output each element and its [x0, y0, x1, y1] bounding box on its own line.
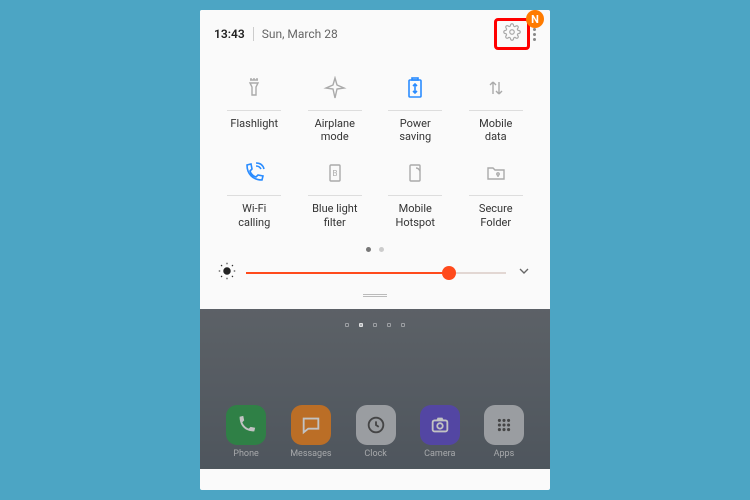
- dock-clock[interactable]: Clock: [356, 405, 396, 459]
- phone-icon: [226, 405, 266, 445]
- toggle-label: Mobile data: [479, 117, 512, 143]
- toggle-label: Mobile Hotspot: [396, 202, 435, 228]
- toggle-mobile-data[interactable]: Mobile data: [456, 68, 537, 153]
- toggle-label: Airplane mode: [315, 117, 355, 143]
- expand-brightness[interactable]: [516, 263, 532, 283]
- clock-time: 13:43: [214, 27, 245, 41]
- brightness-row: [214, 262, 536, 292]
- flashlight-icon: [242, 74, 266, 102]
- toggle-secure-folder[interactable]: Secure Folder: [456, 153, 537, 238]
- clock-icon: [356, 405, 396, 445]
- toggle-label: Power saving: [399, 117, 431, 143]
- slider-fill: [246, 272, 449, 274]
- overflow-menu[interactable]: [533, 28, 536, 41]
- secure-folder-icon: [484, 159, 508, 187]
- dock-label: Phone: [233, 449, 259, 459]
- dock-label: Clock: [364, 449, 386, 459]
- status-bar: 13:43 Sun, March 28 N: [214, 20, 536, 48]
- toggle-hotspot[interactable]: Mobile Hotspot: [375, 153, 456, 238]
- status-left: 13:43 Sun, March 28: [214, 27, 338, 41]
- dock: Phone Messages Clock Camera: [200, 405, 550, 459]
- slider-knob[interactable]: [442, 266, 456, 280]
- page-dot: [366, 247, 371, 252]
- wifi-calling-icon: [242, 159, 266, 187]
- notification-badge: N: [526, 10, 544, 28]
- settings-button[interactable]: [494, 18, 530, 50]
- camera-icon: [420, 405, 460, 445]
- divider: [253, 27, 254, 41]
- toggle-label: Blue light filter: [312, 202, 357, 228]
- toggle-label: Wi-Fi calling: [238, 202, 270, 228]
- brightness-slider[interactable]: [246, 266, 506, 280]
- data-arrows-icon: [484, 74, 508, 102]
- panel-drag-handle[interactable]: [214, 292, 536, 303]
- apps-icon: [484, 405, 524, 445]
- dock-apps[interactable]: Apps: [484, 405, 524, 459]
- quick-settings-grid: Flashlight Airplane mode Power saving: [214, 68, 536, 239]
- toggle-power-saving[interactable]: Power saving: [375, 68, 456, 153]
- dock-label: Messages: [290, 449, 331, 459]
- bluelight-icon: B: [323, 159, 347, 187]
- home-screen: Phone Messages Clock Camera: [200, 309, 550, 469]
- status-right: N: [494, 18, 536, 50]
- notification-panel: 13:43 Sun, March 28 N: [200, 10, 550, 309]
- dock-messages[interactable]: Messages: [290, 405, 331, 459]
- toggle-airplane[interactable]: Airplane mode: [295, 68, 376, 153]
- toggle-label: Flashlight: [230, 117, 278, 143]
- gear-icon: [503, 23, 521, 45]
- toggle-label: Secure Folder: [479, 202, 513, 228]
- brightness-icon: [218, 262, 236, 284]
- dock-label: Camera: [424, 449, 455, 459]
- status-date: Sun, March 28: [262, 27, 338, 41]
- toggle-wifi-calling[interactable]: Wi-Fi calling: [214, 153, 295, 238]
- page-dot: [379, 247, 384, 252]
- toggle-blue-light[interactable]: B Blue light filter: [295, 153, 376, 238]
- phone-frame: 13:43 Sun, March 28 N: [200, 10, 550, 490]
- airplane-icon: [323, 74, 347, 102]
- messages-icon: [291, 405, 331, 445]
- dock-phone[interactable]: Phone: [226, 405, 266, 459]
- toggle-flashlight[interactable]: Flashlight: [214, 68, 295, 153]
- dock-camera[interactable]: Camera: [420, 405, 460, 459]
- dock-label: Apps: [494, 449, 515, 459]
- pager-dots[interactable]: [214, 247, 536, 252]
- battery-recycle-icon: [403, 74, 427, 102]
- svg-text:B: B: [332, 169, 337, 178]
- hotspot-icon: [403, 159, 427, 187]
- home-pager[interactable]: [345, 323, 405, 327]
